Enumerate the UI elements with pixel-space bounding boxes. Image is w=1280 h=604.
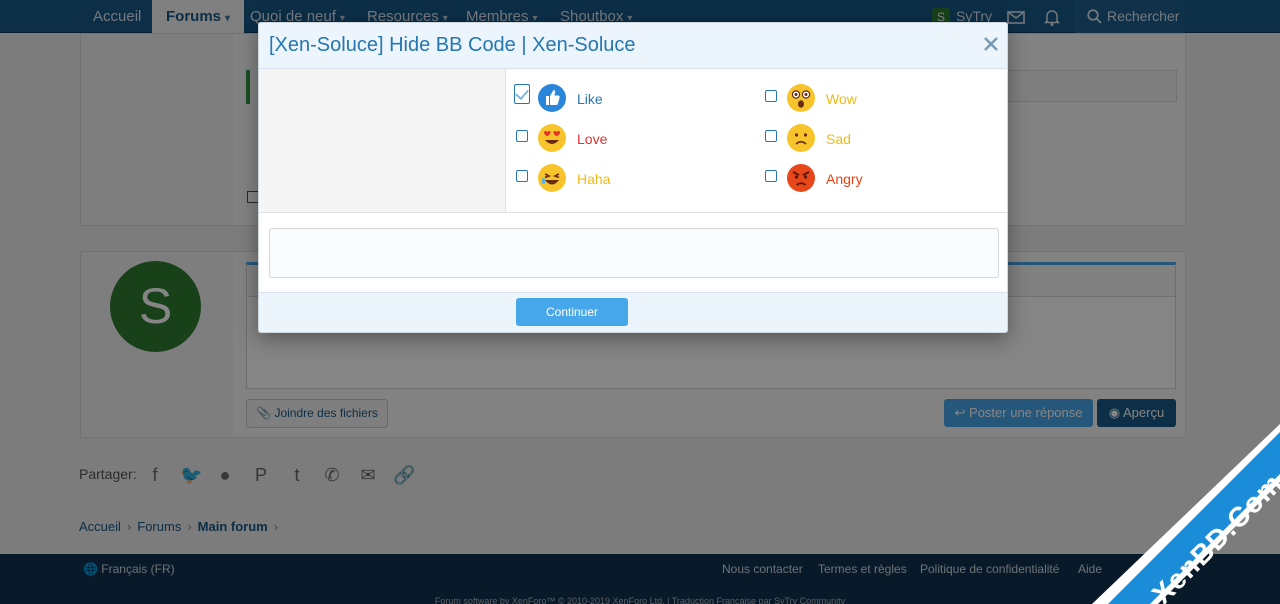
reaction-modal: [Xen-Soluce] Hide BB Code | Xen-Soluce L… (258, 22, 1008, 333)
reaction-label: Angry (826, 171, 863, 187)
reaction-label: Love (577, 131, 608, 147)
reaction-checkbox[interactable] (516, 130, 528, 142)
reaction-label: Sad (826, 131, 851, 147)
modal-footer: Continuer (259, 292, 1007, 332)
sad-emoji-icon (787, 124, 815, 152)
thumbs-up-icon (538, 84, 566, 112)
reaction-checkbox[interactable] (765, 130, 777, 142)
reaction-checkbox[interactable] (765, 170, 777, 182)
laughing-emoji-icon (538, 164, 566, 192)
reaction-label: Haha (577, 171, 611, 187)
angry-emoji-icon (787, 164, 815, 192)
reaction-label: Like (577, 91, 603, 107)
continue-button[interactable]: Continuer (516, 298, 628, 326)
reaction-checkbox[interactable] (765, 90, 777, 102)
modal-sidebar (259, 69, 506, 212)
reaction-checkbox[interactable] (516, 170, 528, 182)
heart-eyes-emoji-icon (538, 124, 566, 152)
modal-title: [Xen-Soluce] Hide BB Code | Xen-Soluce (269, 34, 636, 56)
surprised-emoji-icon (787, 84, 815, 112)
close-icon[interactable] (981, 34, 1001, 54)
message-textarea[interactable] (269, 228, 999, 278)
modal-header: [Xen-Soluce] Hide BB Code | Xen-Soluce (259, 23, 1007, 69)
reaction-checkbox[interactable] (514, 84, 530, 104)
reaction-label: Wow (826, 91, 857, 107)
